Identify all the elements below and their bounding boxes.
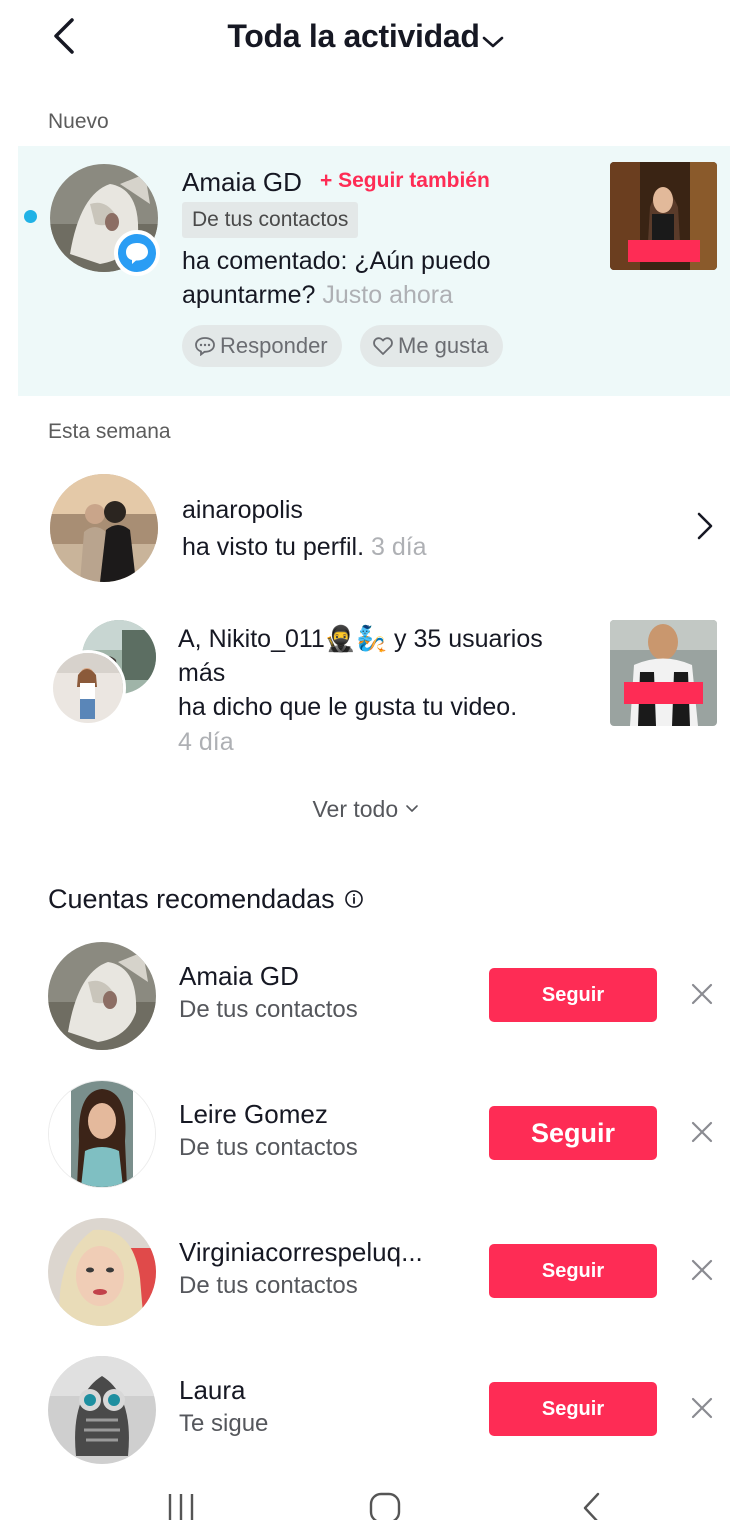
see-all-label: Ver todo [312, 796, 399, 822]
recent-apps-icon[interactable] [166, 1492, 196, 1520]
video-thumbnail-2[interactable] [610, 620, 717, 726]
home-icon[interactable] [369, 1492, 401, 1520]
avatar-group-front[interactable] [50, 650, 126, 726]
follow-button[interactable]: Seguir [489, 1382, 657, 1436]
system-navigation-bar [0, 1470, 731, 1520]
page-title: Toda la actividad [227, 18, 480, 54]
follow-button[interactable]: Seguir [489, 1244, 657, 1298]
header: Toda la actividad [0, 0, 731, 80]
account-name[interactable]: Virginiacorrespeluq... [179, 1237, 423, 1268]
close-icon[interactable] [690, 1396, 714, 1425]
android-back-icon[interactable] [580, 1492, 602, 1520]
reply-button[interactable]: Responder [182, 325, 342, 367]
account-subtitle: De tus contactos [179, 996, 358, 1023]
chevron-right-icon[interactable] [694, 510, 716, 547]
section-label-week: Esta semana [48, 420, 171, 443]
notification-message: ha visto tu perfil. 3 día [182, 530, 427, 564]
account-name[interactable]: Leire Gomez [179, 1099, 328, 1130]
notification-message: ha comentado: ¿Aún puedo apuntarme? Just… [182, 244, 592, 312]
notification-time: Justo ahora [322, 281, 454, 309]
avatar-amaia[interactable] [48, 942, 156, 1050]
chevron-down-icon [482, 20, 504, 57]
account-subtitle: Te sigue [179, 1410, 269, 1437]
contact-tag: De tus contactos [182, 202, 359, 238]
account-subtitle: De tus contactos [179, 1272, 358, 1299]
comment-icon [195, 337, 215, 357]
profile-view-text: ha visto tu perfil. [182, 533, 365, 561]
close-icon[interactable] [690, 1258, 714, 1287]
notification-time: 4 día [178, 728, 234, 756]
chevron-down-icon [405, 805, 418, 812]
like-notification-text: ha dicho que le gusta tu video. [178, 693, 518, 721]
comment-badge-icon [114, 230, 160, 276]
heart-icon [373, 337, 393, 355]
avatar-ainaropolis[interactable] [50, 474, 158, 582]
notification-username[interactable]: Amaia GD [182, 167, 302, 198]
close-icon[interactable] [690, 982, 714, 1011]
info-icon[interactable] [344, 889, 364, 909]
avatar-leire[interactable] [48, 1080, 156, 1188]
activity-filter-dropdown[interactable]: Toda la actividad [0, 18, 731, 57]
recommended-title: Cuentas recomendadas [48, 884, 364, 915]
avatar-laura[interactable] [48, 1356, 156, 1464]
follow-also-link[interactable]: + Seguir también [320, 169, 490, 193]
account-name[interactable]: Laura [179, 1375, 246, 1406]
video-thumbnail-1[interactable] [610, 162, 717, 270]
follow-button[interactable]: Seguir [489, 1106, 657, 1160]
like-button[interactable]: Me gusta [360, 325, 503, 367]
group-usernames[interactable]: A, Nikito_011🥷🧞 y 35 usuarios más [178, 622, 588, 690]
see-all-link[interactable]: Ver todo [0, 796, 731, 823]
avatar-virginia[interactable] [48, 1218, 156, 1326]
like-label: Me gusta [398, 333, 489, 358]
close-icon[interactable] [690, 1120, 714, 1149]
notification-time: 3 día [370, 533, 427, 561]
account-name[interactable]: Amaia GD [179, 961, 299, 992]
unread-dot [24, 210, 37, 223]
notification-username[interactable]: ainaropolis [182, 496, 303, 525]
recommended-title-text: Cuentas recomendadas [48, 884, 335, 914]
section-label-new: Nuevo [48, 110, 109, 133]
reply-label: Responder [220, 333, 328, 358]
follow-button[interactable]: Seguir [489, 968, 657, 1022]
account-subtitle: De tus contactos [179, 1134, 358, 1161]
